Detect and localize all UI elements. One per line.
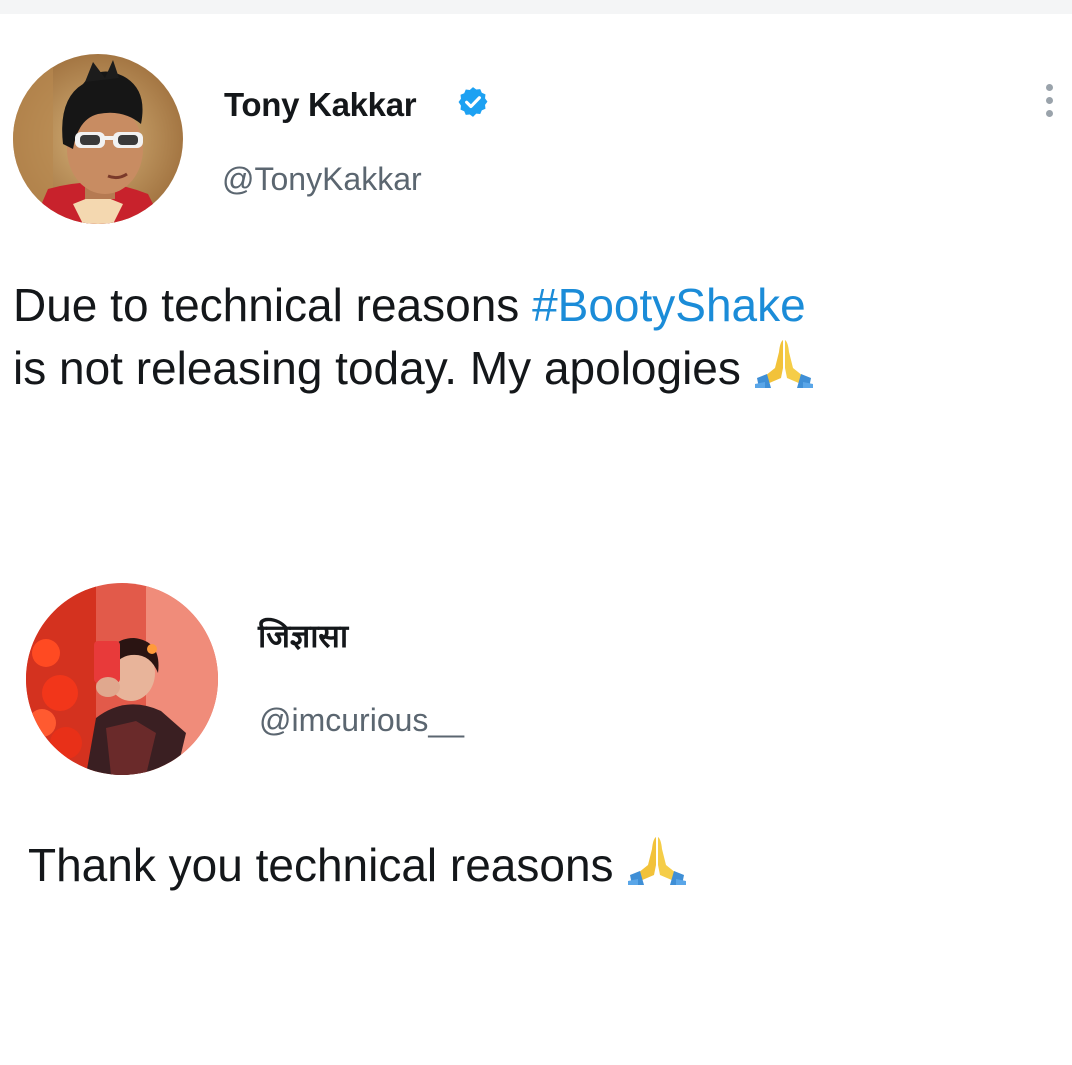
folded-hands-icon <box>627 837 686 885</box>
avatar[interactable] <box>26 583 218 775</box>
tweet-text-line-1: Thank you technical reasons <box>28 834 688 897</box>
tweet-text: Thank you technical reasons <box>28 834 688 897</box>
handle[interactable]: @imcurious__ <box>259 702 464 739</box>
tweet-reply: जिज्ञासा @imcurious__ Thank you technica… <box>0 0 1072 1065</box>
avatar-photo-icon <box>26 583 218 775</box>
display-name[interactable]: जिज्ञासा <box>258 614 348 657</box>
